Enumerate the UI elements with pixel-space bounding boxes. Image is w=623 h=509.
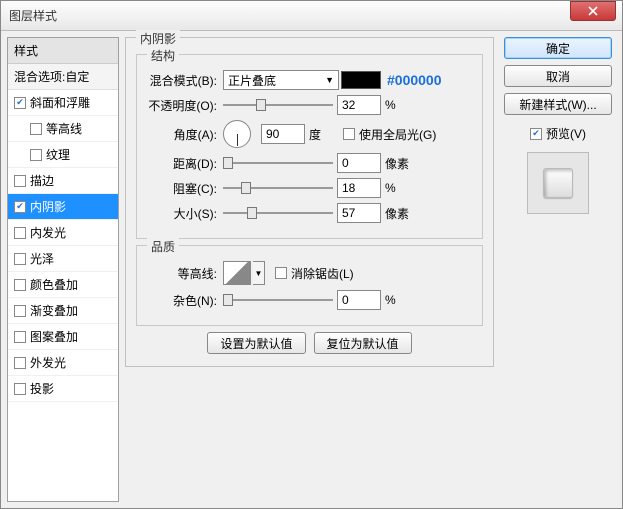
sidebar-item-label: 纹理: [46, 146, 70, 163]
opacity-label: 不透明度(O):: [145, 97, 223, 114]
blend-mode-value: 正片叠底: [228, 72, 276, 89]
new-style-button[interactable]: 新建样式(W)...: [504, 93, 612, 115]
sidebar-item-label: 渐变叠加: [30, 302, 78, 319]
sidebar-item-3[interactable]: 描边: [8, 168, 118, 194]
color-hex: #000000: [387, 72, 442, 88]
sidebar-item-10[interactable]: 外发光: [8, 350, 118, 376]
sidebar-checkbox[interactable]: [14, 201, 26, 213]
sidebar-checkbox[interactable]: [14, 305, 26, 317]
sidebar-item-4[interactable]: 内阴影: [8, 194, 118, 220]
sidebar-checkbox[interactable]: [30, 149, 42, 161]
angle-input[interactable]: [261, 124, 305, 144]
noise-input[interactable]: [337, 290, 381, 310]
sidebar-item-label: 投影: [30, 380, 54, 397]
choke-label: 阻塞(C):: [145, 180, 223, 197]
contour-label: 等高线:: [145, 265, 223, 282]
sidebar-item-6[interactable]: 光泽: [8, 246, 118, 272]
sidebar-item-2[interactable]: 纹理: [8, 142, 118, 168]
sidebar-checkbox[interactable]: [30, 123, 42, 135]
distance-input[interactable]: [337, 153, 381, 173]
sidebar-item-label: 外发光: [30, 354, 66, 371]
styles-sidebar: 样式 混合选项:自定 斜面和浮雕等高线纹理描边内阴影内发光光泽颜色叠加渐变叠加图…: [7, 37, 119, 502]
noise-label: 杂色(N):: [145, 292, 223, 309]
sidebar-checkbox[interactable]: [14, 97, 26, 109]
px-unit: 像素: [385, 155, 413, 172]
sidebar-checkbox[interactable]: [14, 279, 26, 291]
ok-button[interactable]: 确定: [504, 37, 612, 59]
structure-legend: 结构: [147, 47, 179, 64]
sidebar-item-label: 颜色叠加: [30, 276, 78, 293]
contour-picker[interactable]: [223, 261, 251, 285]
percent-unit-3: %: [385, 293, 413, 307]
sidebar-item-label: 描边: [30, 172, 54, 189]
sidebar-subheader[interactable]: 混合选项:自定: [8, 64, 118, 90]
sidebar-item-label: 斜面和浮雕: [30, 94, 90, 111]
sidebar-checkbox[interactable]: [14, 383, 26, 395]
opacity-slider[interactable]: [223, 97, 333, 113]
percent-unit: %: [385, 98, 413, 112]
antialias-label: 消除锯齿(L): [291, 265, 354, 282]
blend-mode-label: 混合模式(B):: [145, 72, 223, 89]
preview-swatch: [543, 168, 573, 198]
sidebar-item-5[interactable]: 内发光: [8, 220, 118, 246]
layer-style-dialog: 图层样式 样式 混合选项:自定 斜面和浮雕等高线纹理描边内阴影内发光光泽颜色叠加…: [0, 0, 623, 509]
content-area: 样式 混合选项:自定 斜面和浮雕等高线纹理描边内阴影内发光光泽颜色叠加渐变叠加图…: [1, 31, 622, 508]
blend-mode-select[interactable]: 正片叠底 ▼: [223, 70, 339, 90]
titlebar[interactable]: 图层样式: [1, 1, 622, 31]
size-slider[interactable]: [223, 205, 333, 221]
sidebar-item-label: 光泽: [30, 250, 54, 267]
sidebar-header: 样式: [8, 38, 118, 64]
size-label: 大小(S):: [145, 205, 223, 222]
angle-label: 角度(A):: [145, 126, 223, 143]
close-button[interactable]: [570, 1, 616, 21]
preview-box: [527, 152, 589, 214]
sidebar-checkbox[interactable]: [14, 331, 26, 343]
sidebar-item-8[interactable]: 渐变叠加: [8, 298, 118, 324]
right-column: 确定 取消 新建样式(W)... 预览(V): [500, 37, 616, 502]
cancel-button[interactable]: 取消: [504, 65, 612, 87]
window-title: 图层样式: [9, 7, 570, 24]
preview-checkbox[interactable]: [530, 128, 542, 140]
opacity-input[interactable]: [337, 95, 381, 115]
sidebar-item-11[interactable]: 投影: [8, 376, 118, 402]
set-default-button[interactable]: 设置为默认值: [207, 332, 305, 354]
color-swatch[interactable]: [341, 71, 381, 89]
sidebar-item-label: 图案叠加: [30, 328, 78, 345]
size-input[interactable]: [337, 203, 381, 223]
distance-label: 距离(D):: [145, 155, 223, 172]
sidebar-item-label: 等高线: [46, 120, 82, 137]
global-light-label: 使用全局光(G): [359, 126, 436, 143]
sidebar-checkbox[interactable]: [14, 175, 26, 187]
px-unit-2: 像素: [385, 205, 413, 222]
chevron-down-icon: ▼: [325, 75, 334, 85]
global-light-checkbox[interactable]: [343, 128, 355, 140]
sidebar-item-0[interactable]: 斜面和浮雕: [8, 90, 118, 116]
sidebar-item-7[interactable]: 颜色叠加: [8, 272, 118, 298]
settings-panel: 内阴影 结构 混合模式(B): 正片叠底 ▼ #000000 不透明度(O):: [125, 37, 494, 502]
degree-unit: 度: [309, 126, 337, 143]
choke-input[interactable]: [337, 178, 381, 198]
sidebar-item-label: 内阴影: [30, 198, 66, 215]
sidebar-item-label: 内发光: [30, 224, 66, 241]
noise-slider[interactable]: [223, 292, 333, 308]
structure-group: 结构 混合模式(B): 正片叠底 ▼ #000000 不透明度(O):: [136, 54, 483, 239]
contour-dropdown[interactable]: ▼: [253, 261, 265, 285]
sidebar-checkbox[interactable]: [14, 227, 26, 239]
sidebar-item-9[interactable]: 图案叠加: [8, 324, 118, 350]
angle-dial[interactable]: [223, 120, 251, 148]
percent-unit-2: %: [385, 181, 413, 195]
panel-title: 内阴影: [136, 30, 180, 47]
antialias-checkbox[interactable]: [275, 267, 287, 279]
choke-slider[interactable]: [223, 180, 333, 196]
sidebar-checkbox[interactable]: [14, 357, 26, 369]
distance-slider[interactable]: [223, 155, 333, 171]
quality-group: 品质 等高线: ▼ 消除锯齿(L) 杂色(N): %: [136, 245, 483, 326]
panel-fieldset: 内阴影 结构 混合模式(B): 正片叠底 ▼ #000000 不透明度(O):: [125, 37, 494, 367]
quality-legend: 品质: [147, 238, 179, 255]
close-icon: [588, 6, 598, 16]
sidebar-item-1[interactable]: 等高线: [8, 116, 118, 142]
sidebar-checkbox[interactable]: [14, 253, 26, 265]
preview-label: 预览(V): [546, 125, 586, 142]
reset-default-button[interactable]: 复位为默认值: [314, 332, 412, 354]
